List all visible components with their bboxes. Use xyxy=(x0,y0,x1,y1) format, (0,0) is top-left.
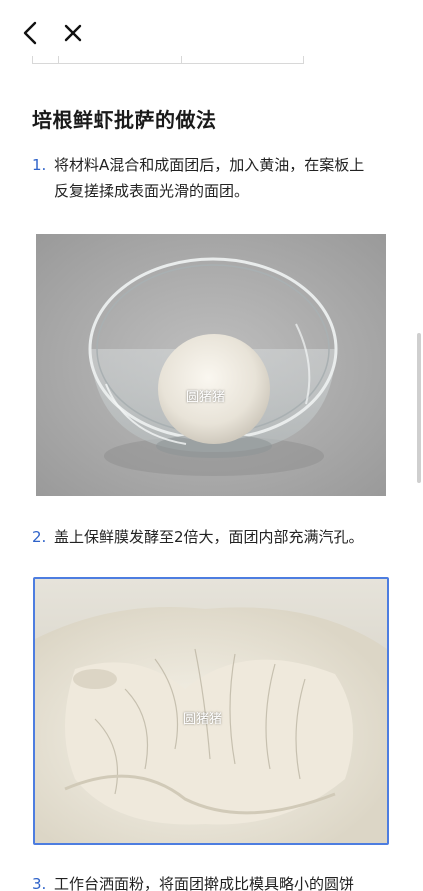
step-number: 2. xyxy=(32,528,47,546)
step-text: 工作台洒面粉，将面团擀成比模具略小的圆饼 xyxy=(54,875,355,891)
step-1-photo[interactable]: 圆猪猪 xyxy=(36,234,386,496)
table-divider xyxy=(58,56,59,64)
step-number: 1. xyxy=(32,156,47,174)
scrollbar[interactable] xyxy=(417,333,421,483)
close-button[interactable] xyxy=(60,20,86,46)
step-text: 将材料A混合和成面团后，加入黄油，在案板上 xyxy=(54,156,365,174)
image-watermark: 圆猪猪 xyxy=(183,712,223,727)
step-2-photo[interactable]: 圆猪猪 xyxy=(33,577,389,845)
chevron-left-icon xyxy=(23,21,37,45)
table-bottom-edge xyxy=(32,56,304,64)
table-divider xyxy=(181,56,182,64)
step-text-continued: 反复搓揉成表面光滑的面团。 xyxy=(54,182,250,200)
step-number: 3. xyxy=(32,875,47,891)
step-3: 3. 工作台洒面粉，将面团擀成比模具略小的圆饼 xyxy=(32,871,402,891)
step-text: 盖上保鲜膜发酵至2倍大，面团内部充满汽孔。 xyxy=(54,528,364,546)
step-1: 1. 将材料A混合和成面团后，加入黄油，在案板上 反复搓揉成表面光滑的面团。 xyxy=(32,152,402,204)
step-2: 2. 盖上保鲜膜发酵至2倍大，面团内部充满汽孔。 xyxy=(32,524,402,550)
back-button[interactable] xyxy=(18,20,44,46)
page-title: 培根鲜虾批萨的做法 xyxy=(32,108,217,132)
top-bar xyxy=(0,0,423,64)
close-icon xyxy=(64,24,82,42)
image-watermark: 圆猪猪 xyxy=(186,390,226,405)
